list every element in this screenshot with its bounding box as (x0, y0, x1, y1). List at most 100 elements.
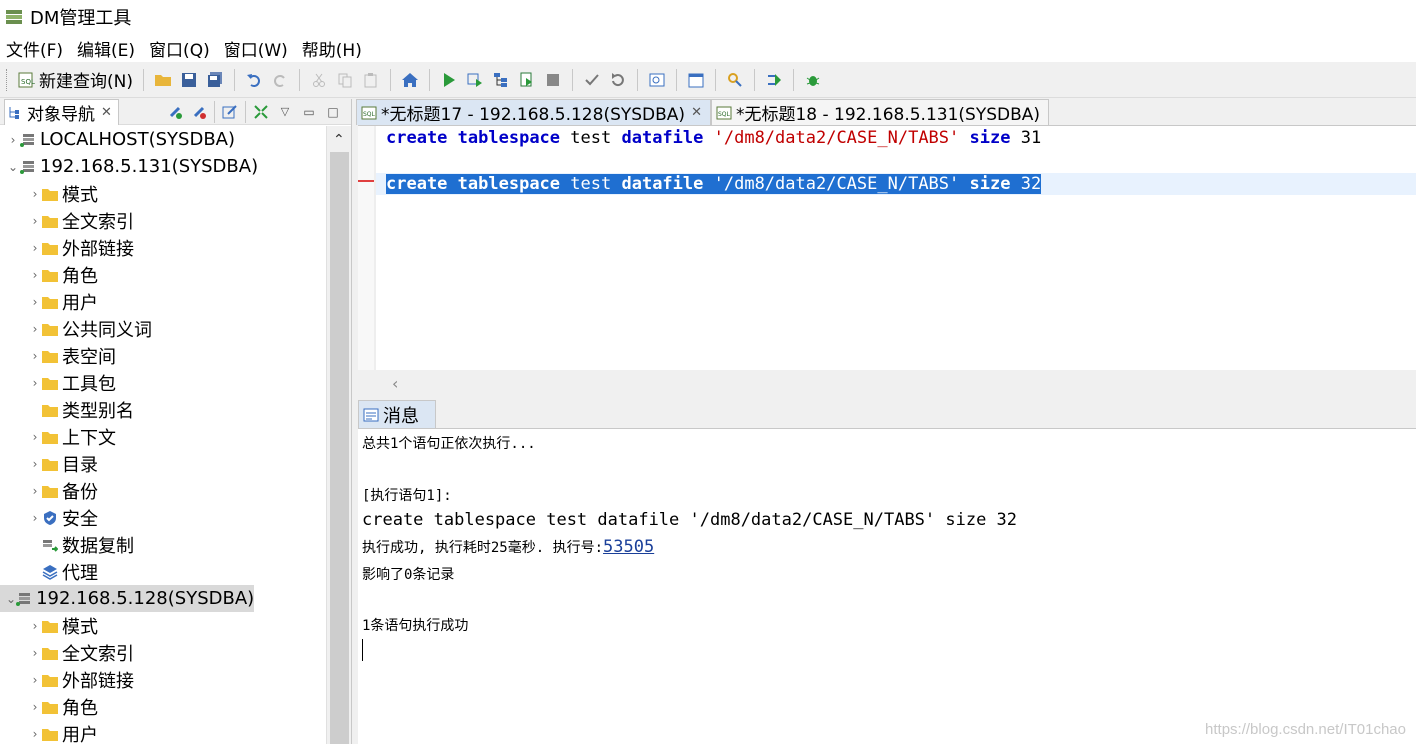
query-plan-icon[interactable] (646, 69, 668, 91)
schedule-icon[interactable] (685, 69, 707, 91)
chevron-right-icon[interactable]: › (28, 619, 42, 633)
sql-assist-icon[interactable] (724, 69, 746, 91)
chevron-right-icon[interactable]: › (28, 241, 42, 255)
tree-row[interactable]: › 模式 (0, 612, 326, 639)
chevron-right-icon[interactable]: › (28, 430, 42, 444)
folder-icon (42, 186, 58, 202)
paste-icon[interactable] (360, 69, 382, 91)
chevron-right-icon[interactable]: › (28, 268, 42, 282)
chevron-down-icon[interactable]: ⌄ (6, 592, 16, 606)
tree-row-label: 工具包 (62, 373, 116, 395)
tree-row[interactable]: › 外部链接 (0, 666, 326, 693)
chevron-right-icon[interactable]: › (28, 457, 42, 471)
chevron-right-icon[interactable]: › (28, 295, 42, 309)
sql-editor[interactable]: create tablespace test datafile '/dm8/da… (358, 125, 1416, 371)
tree-row[interactable]: › 全文索引 (0, 207, 326, 234)
tab-messages[interactable]: 消息 (358, 400, 436, 428)
scrollbar-thumb[interactable] (330, 152, 349, 744)
chevron-right-icon[interactable]: › (28, 376, 42, 390)
minimize-icon[interactable]: ▭ (300, 103, 318, 121)
run-icon[interactable] (438, 69, 460, 91)
chevron-right-icon[interactable]: › (28, 187, 42, 201)
chevron-right-icon[interactable]: › (28, 484, 42, 498)
tree-row[interactable]: › 外部链接 (0, 234, 326, 261)
maximize-icon[interactable]: □ (324, 103, 342, 121)
exec-number-link[interactable]: 53505 (603, 537, 654, 557)
tree-row[interactable]: › LOCALHOST(SYSDBA) (0, 126, 326, 153)
chevron-right-icon[interactable]: › (28, 700, 42, 714)
tree-row[interactable]: 数据复制 (0, 531, 326, 558)
tree-row[interactable]: › 表空间 (0, 342, 326, 369)
tree-row[interactable]: 代理 (0, 558, 326, 585)
tree-row[interactable]: 类型别名 (0, 396, 326, 423)
toolbar-grip[interactable] (6, 68, 9, 91)
view-menu-chevron-down-icon[interactable]: ▽ (276, 103, 294, 121)
chevron-down-icon[interactable]: ⌄ (6, 160, 20, 174)
tab-query-17[interactable]: SQL *无标题17 - 192.168.5.128(SYSDBA) ✕ (356, 99, 711, 125)
chevron-right-icon[interactable]: › (28, 349, 42, 363)
new-query-button[interactable]: SQL 新建查询(N) (13, 67, 133, 92)
explain-plan-icon[interactable] (490, 69, 512, 91)
edit-icon[interactable] (221, 103, 239, 121)
tree-row[interactable]: › 目录 (0, 450, 326, 477)
chevron-right-icon[interactable]: › (28, 727, 42, 741)
chevron-right-icon[interactable]: › (28, 646, 42, 660)
tree-row[interactable]: › 备份 (0, 477, 326, 504)
tree-row[interactable]: › 模式 (0, 180, 326, 207)
stop-icon[interactable] (542, 69, 564, 91)
menu-query[interactable]: 窗口(Q) (143, 36, 216, 61)
tree-row[interactable]: › 全文索引 (0, 639, 326, 666)
tree-row[interactable]: › 工具包 (0, 369, 326, 396)
save-all-icon[interactable] (204, 69, 226, 91)
tree-row[interactable]: ⌄ 192.168.5.131(SYSDBA) (0, 153, 326, 180)
folder-icon (42, 240, 58, 256)
chevron-right-icon[interactable]: › (28, 511, 42, 525)
commit-icon[interactable] (581, 69, 603, 91)
scroll-up-icon[interactable]: ⌃ (333, 132, 345, 148)
tree-row[interactable]: › 安全 (0, 504, 326, 531)
chevron-right-icon[interactable]: › (6, 133, 20, 147)
toolbar-separator (675, 68, 677, 91)
close-icon[interactable]: ✕ (101, 105, 112, 120)
menu-help[interactable]: 帮助(H) (296, 36, 368, 61)
chevron-right-icon[interactable]: › (28, 322, 42, 336)
tree-row[interactable]: › 用户 (0, 288, 326, 315)
tab-object-navigator[interactable]: 对象导航 ✕ (4, 98, 119, 125)
tab-query-18[interactable]: SQL *无标题18 - 192.168.5.131(SYSDBA) (710, 99, 1050, 125)
expand-all-icon[interactable] (252, 103, 270, 121)
run-script-icon[interactable] (516, 69, 538, 91)
scroll-left-icon[interactable]: ‹ (392, 374, 398, 393)
step-run-icon[interactable] (763, 69, 785, 91)
home-icon[interactable] (399, 69, 421, 91)
redo-icon[interactable] (269, 69, 291, 91)
tree-row-label: 模式 (62, 184, 98, 206)
tree-row[interactable]: › 上下文 (0, 423, 326, 450)
navigator-scrollbar[interactable]: ⌃ (326, 126, 351, 744)
open-folder-icon[interactable] (152, 69, 174, 91)
close-icon[interactable]: ✕ (691, 105, 702, 120)
menu-file[interactable]: 文件(F) (0, 36, 69, 61)
cut-icon[interactable] (308, 69, 330, 91)
chevron-right-icon[interactable]: › (28, 214, 42, 228)
menu-edit[interactable]: 编辑(E) (71, 36, 141, 61)
tree-row[interactable]: › 用户 (0, 720, 326, 744)
tree-row[interactable]: ⌄ 192.168.5.128(SYSDBA) (0, 585, 254, 612)
run-selected-icon[interactable] (464, 69, 486, 91)
connect-icon[interactable] (166, 103, 184, 121)
tree-row[interactable]: › 角色 (0, 261, 326, 288)
editor-gutter (358, 126, 374, 371)
menu-window[interactable]: 窗口(W) (218, 36, 294, 61)
rollback-icon[interactable] (607, 69, 629, 91)
navigator-tools: ▽ ▭ □ (163, 100, 345, 123)
undo-icon[interactable] (243, 69, 265, 91)
save-icon[interactable] (178, 69, 200, 91)
copy-icon[interactable] (334, 69, 356, 91)
disconnect-icon[interactable] (190, 103, 208, 121)
messages-panel[interactable]: 总共1个语句正依次执行... [执行语句1]: create tablespac… (358, 428, 1416, 744)
debug-bug-icon[interactable] (802, 69, 824, 91)
tree-row[interactable]: › 角色 (0, 693, 326, 720)
tree-row[interactable]: › 公共同义词 (0, 315, 326, 342)
editor-horizontal-scrollbar[interactable]: ‹ (358, 370, 1416, 398)
chevron-right-icon[interactable]: › (28, 673, 42, 687)
msg-statement-header: [执行语句1]: (362, 488, 452, 504)
